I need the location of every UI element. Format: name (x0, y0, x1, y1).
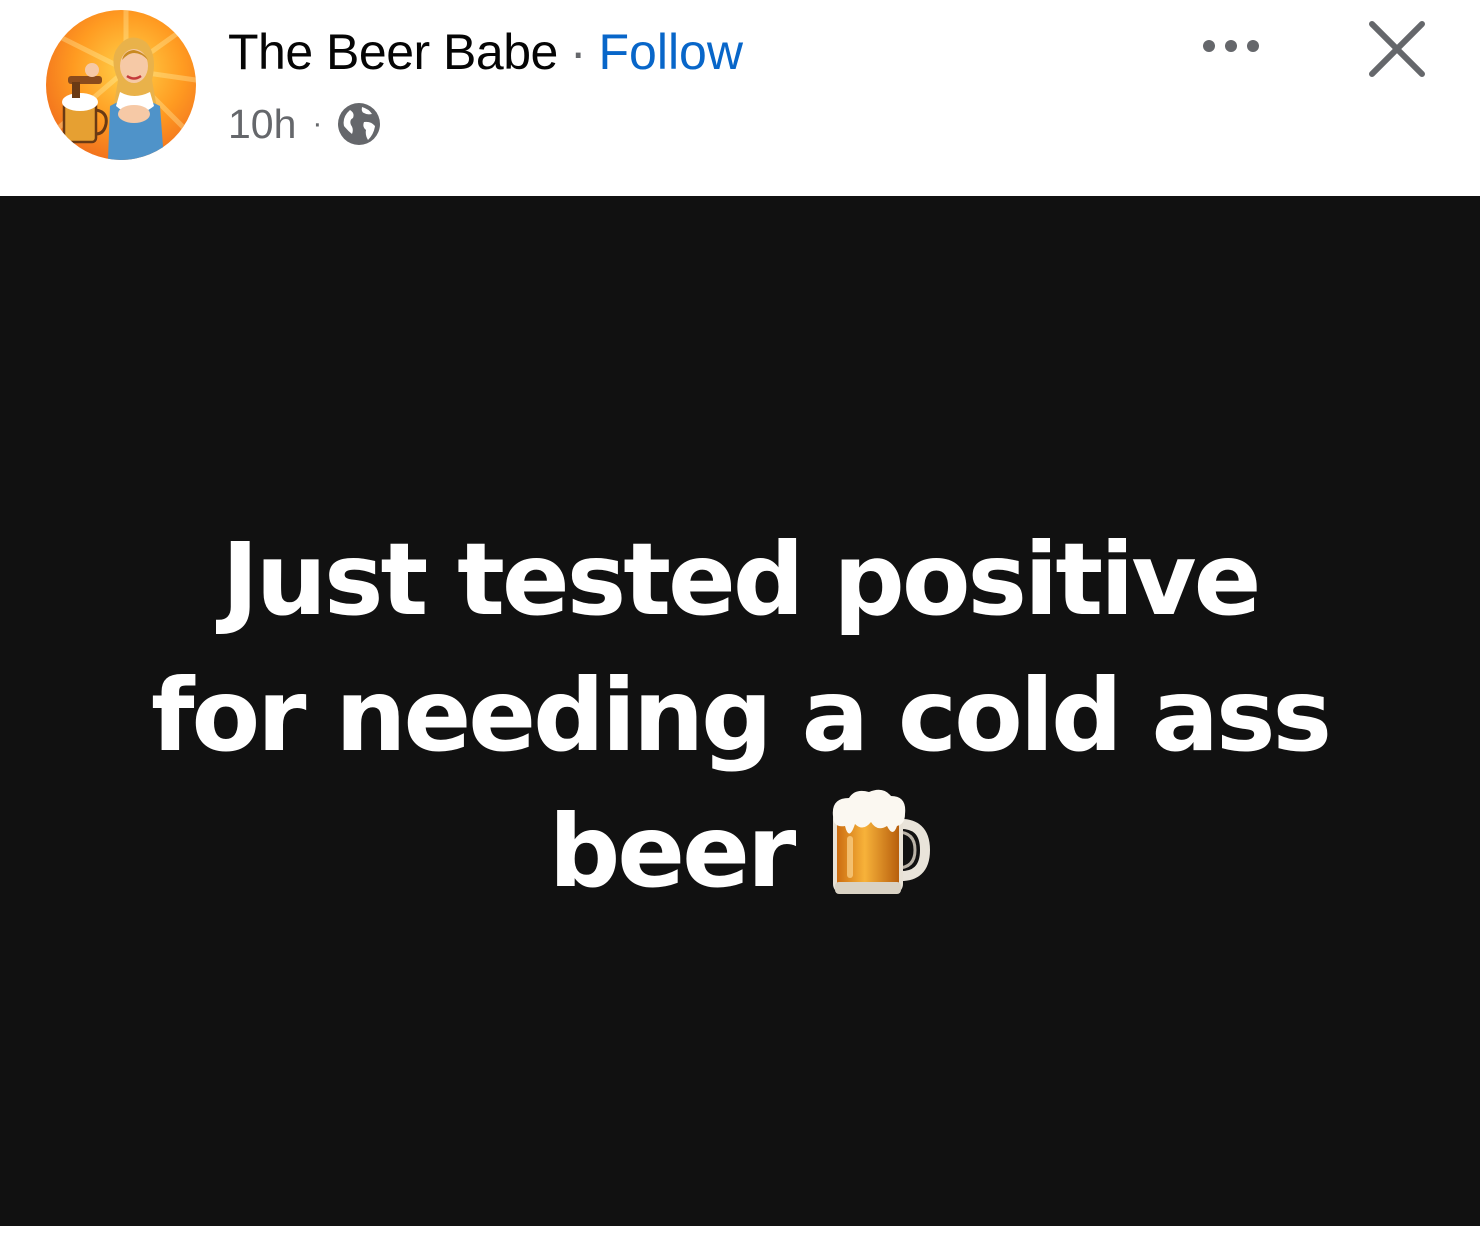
meta-separator: · (312, 107, 323, 140)
author-name[interactable]: The Beer Babe (228, 22, 558, 82)
post-text: Just tested positive for needing a cold … (40, 512, 1440, 920)
close-icon (1369, 21, 1425, 77)
post-text-line-3-wrapper: beer (40, 784, 1440, 920)
author-separator: · (569, 24, 587, 80)
beer-mug-icon (827, 786, 931, 900)
post-meta: 10h · (228, 96, 382, 152)
post-text-line-3: beer (548, 793, 797, 910)
close-button[interactable] (1360, 12, 1434, 86)
post-viewer: The Beer Babe · Follow 10h · Just tested… (0, 0, 1480, 1242)
post-header: The Beer Babe · Follow 10h · (0, 0, 1480, 196)
avatar-illustration (46, 10, 196, 160)
more-options-icon (1203, 40, 1259, 52)
text-post-card[interactable]: Just tested positive for needing a cold … (0, 196, 1480, 1226)
follow-button[interactable]: Follow (598, 22, 742, 82)
post-text-line-1: Just tested positive (221, 521, 1262, 638)
post-timestamp[interactable]: 10h (228, 101, 296, 148)
post-text-line-2: for needing a cold ass (150, 657, 1332, 774)
globe-icon[interactable] (336, 101, 382, 147)
page-avatar[interactable] (46, 10, 196, 160)
more-options-button[interactable] (1196, 22, 1266, 70)
author-line: The Beer Babe · Follow (228, 22, 743, 82)
